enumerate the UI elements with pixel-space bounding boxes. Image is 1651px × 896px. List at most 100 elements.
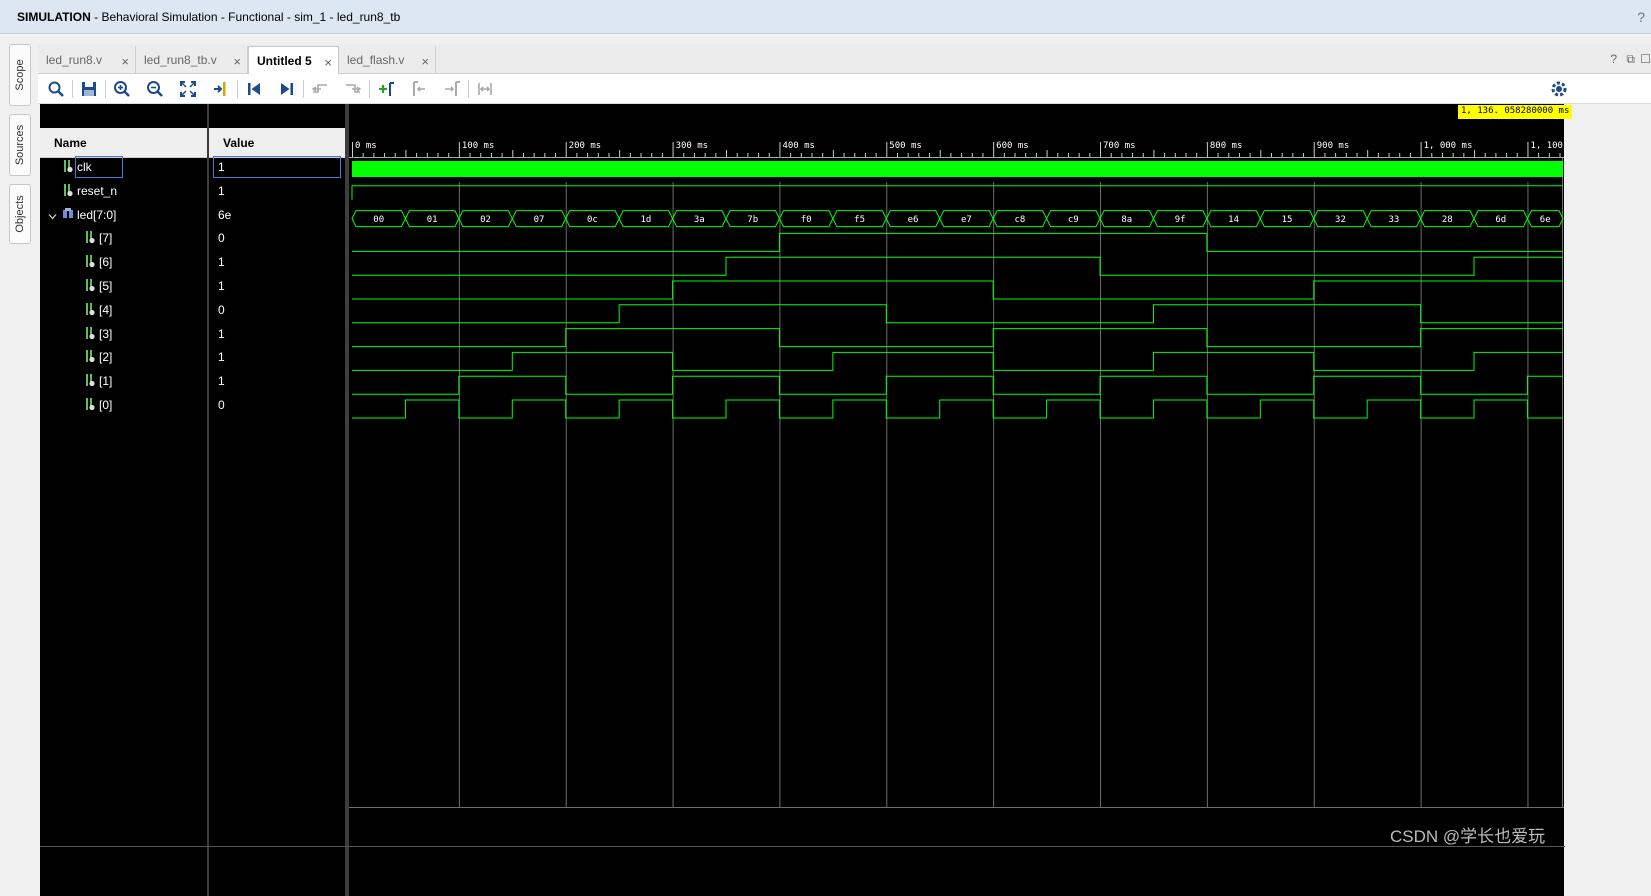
signal-row-name[interactable]: [7] bbox=[40, 230, 207, 250]
signal-name: [4] bbox=[99, 302, 113, 317]
help-icon[interactable]: ? bbox=[1637, 9, 1645, 25]
signal-row-name[interactable]: [3] bbox=[40, 326, 207, 346]
led-bit-3-waveform[interactable] bbox=[352, 328, 1563, 348]
save-icon[interactable] bbox=[79, 79, 99, 99]
signal-row-value[interactable]: 1 bbox=[209, 156, 345, 179]
tab-led-run8[interactable]: led_run8.v × bbox=[38, 46, 136, 74]
signal-value: 6e bbox=[218, 207, 232, 222]
signal-row-value[interactable]: 1 bbox=[209, 373, 345, 393]
toolbar-separator bbox=[468, 80, 469, 98]
led-bus-value-label: 02 bbox=[480, 215, 491, 225]
signal-name: [7] bbox=[99, 231, 113, 246]
led-bit-1-waveform[interactable] bbox=[352, 375, 1563, 395]
close-icon[interactable]: × bbox=[121, 54, 129, 69]
signal-row-value[interactable]: 0 bbox=[209, 302, 345, 322]
led-bus-value-label: 14 bbox=[1228, 215, 1239, 225]
signal-row-name[interactable]: led[7:0] bbox=[40, 207, 207, 227]
close-icon[interactable]: × bbox=[324, 55, 332, 70]
close-icon[interactable]: × bbox=[233, 54, 241, 69]
reset-n-waveform[interactable] bbox=[351, 185, 1563, 200]
zoom-in-icon[interactable] bbox=[112, 79, 132, 99]
led-bit-7-waveform[interactable] bbox=[352, 232, 1563, 252]
maximize-icon[interactable]: ☐ bbox=[1640, 52, 1651, 66]
signal-row-name[interactable]: [0] bbox=[40, 397, 207, 417]
selection-outline bbox=[75, 156, 123, 178]
waveform-toolbar bbox=[38, 74, 1651, 104]
previous-marker-icon[interactable] bbox=[409, 79, 429, 99]
go-to-end-icon[interactable] bbox=[277, 79, 297, 99]
signal-row-name[interactable]: [5] bbox=[40, 278, 207, 298]
restore-icon[interactable]: ⧉ bbox=[1626, 52, 1635, 67]
led-bus-value-label: 6d bbox=[1495, 215, 1506, 225]
signal-row-name[interactable]: [4] bbox=[40, 302, 207, 322]
bit-signal-icon bbox=[84, 302, 96, 319]
led-bus-value-label: 1d bbox=[640, 215, 651, 225]
signal-row-value[interactable]: 1 bbox=[209, 349, 345, 369]
side-tab-sources[interactable]: Sources bbox=[9, 114, 31, 176]
led-bit-4-waveform[interactable] bbox=[352, 304, 1563, 324]
tab-led-flash[interactable]: led_flash.v × bbox=[339, 46, 436, 74]
signal-row-value[interactable]: 1 bbox=[209, 183, 345, 203]
led-bit-0-waveform[interactable] bbox=[352, 399, 1563, 419]
waveform-panel[interactable]: 0 ms 100 ms 200 ms 300 ms 400 ms 500 ms 600 ms… bbox=[349, 104, 1564, 896]
bit-signal-icon bbox=[62, 159, 74, 176]
led-bus-value-label: c9 bbox=[1068, 215, 1079, 225]
add-marker-icon[interactable] bbox=[376, 79, 396, 99]
signal-name: [2] bbox=[99, 350, 113, 365]
signal-value: 0 bbox=[218, 302, 225, 317]
column-header-name[interactable]: Name bbox=[40, 128, 207, 158]
clk-waveform[interactable] bbox=[352, 161, 1563, 177]
time-ruler[interactable] bbox=[349, 128, 1564, 158]
help-icon[interactable]: ? bbox=[1610, 52, 1617, 66]
column-header-value[interactable]: Value bbox=[209, 128, 345, 158]
zoom-out-icon[interactable] bbox=[145, 79, 165, 99]
selection-outline bbox=[213, 156, 341, 178]
signal-value: 0 bbox=[218, 398, 225, 412]
signal-row-name[interactable]: [1] bbox=[40, 373, 207, 393]
led-bus-value-label: f0 bbox=[801, 215, 812, 225]
signal-row-value[interactable]: 0 bbox=[209, 230, 345, 250]
side-tab-scope[interactable]: Scope bbox=[9, 44, 31, 106]
signal-name: [5] bbox=[99, 279, 113, 293]
signal-row-value[interactable]: 6e bbox=[209, 207, 345, 227]
signal-row-value[interactable]: 1 bbox=[209, 326, 345, 346]
chevron-down-icon[interactable] bbox=[48, 210, 57, 224]
waveform-canvas[interactable]: 0 ms 100 ms 200 ms 300 ms 400 ms 500 ms 600 ms… bbox=[349, 104, 1564, 896]
tab-untitled-5[interactable]: Untitled 5 × bbox=[248, 46, 339, 74]
zoom-fit-icon[interactable] bbox=[178, 79, 198, 99]
led-bus-value-label: 15 bbox=[1282, 215, 1293, 225]
led-bus-value-label: 6e bbox=[1540, 215, 1551, 225]
ruler-label: 700 ms bbox=[1103, 141, 1136, 151]
led-bit-5-waveform[interactable] bbox=[352, 280, 1563, 300]
signal-name: reset_n bbox=[77, 183, 118, 198]
window-titlebar: SIMULATION - Behavioral Simulation - Fun… bbox=[0, 0, 1651, 34]
gear-icon[interactable] bbox=[1549, 79, 1569, 99]
signal-row-name[interactable]: clk bbox=[40, 156, 207, 179]
led-bit-6-waveform[interactable] bbox=[352, 256, 1563, 276]
watermark: CSDN @学长也爱玩 bbox=[1390, 827, 1546, 846]
bit-signal-icon bbox=[62, 183, 74, 200]
ruler-label: 200 ms bbox=[569, 141, 602, 151]
signal-row-value[interactable]: 0 bbox=[209, 397, 345, 417]
next-marker-icon[interactable] bbox=[442, 79, 462, 99]
search-icon[interactable] bbox=[46, 79, 66, 99]
close-icon[interactable]: × bbox=[421, 54, 429, 69]
signal-row-name[interactable]: reset_n bbox=[40, 183, 207, 203]
go-to-cursor-icon[interactable] bbox=[211, 79, 231, 99]
signal-row-value[interactable]: 1 bbox=[209, 278, 345, 298]
signal-row-name[interactable]: [2] bbox=[40, 349, 207, 369]
signal-row-value[interactable]: 1 bbox=[209, 254, 345, 274]
title-text: - Behavioral Simulation - Functional - s… bbox=[90, 10, 401, 24]
signal-row-name[interactable]: [6] bbox=[40, 254, 207, 274]
signal-name: [3] bbox=[99, 326, 113, 341]
led-bit-2-waveform[interactable] bbox=[352, 351, 1563, 371]
side-tab-objects[interactable]: Objects bbox=[9, 184, 31, 244]
go-to-start-icon[interactable] bbox=[244, 79, 264, 99]
next-transition-icon[interactable] bbox=[343, 79, 363, 99]
signal-value-panel: Value 1 1 6e 0 1 1 0 1 1 1 0 bbox=[209, 104, 345, 896]
swap-cursors-icon[interactable] bbox=[475, 79, 495, 99]
previous-transition-icon[interactable] bbox=[310, 79, 330, 99]
tab-led-run8-tb[interactable]: led_run8_tb.v × bbox=[136, 46, 248, 74]
led-bus-value-label: 8a bbox=[1121, 215, 1132, 225]
toolbar-separator bbox=[105, 80, 106, 98]
